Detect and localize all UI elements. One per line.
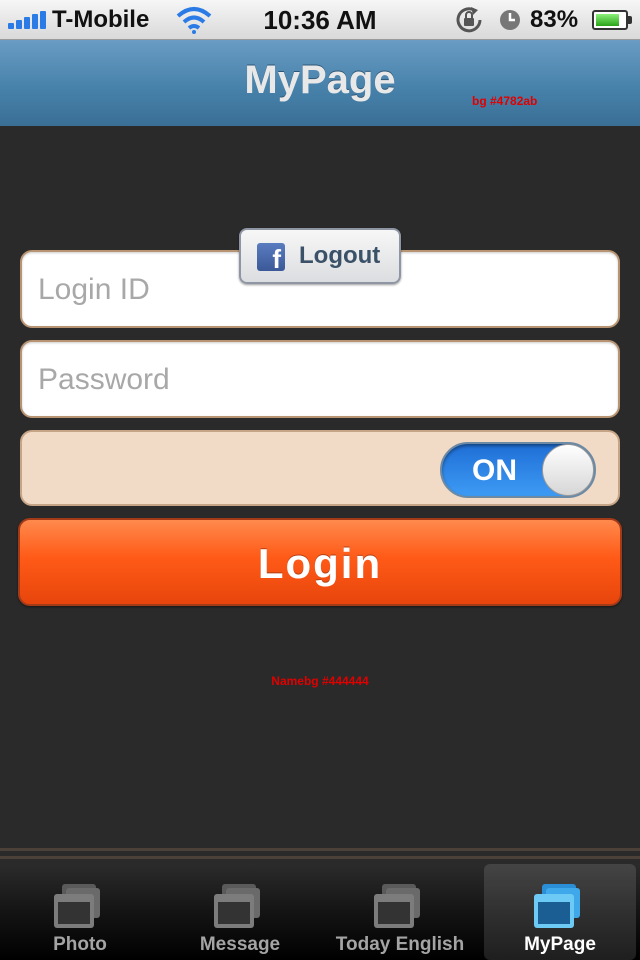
body-annotation: Namebg #444444 (271, 674, 369, 688)
tab-message[interactable]: Message (160, 864, 320, 960)
windows-icon (374, 884, 420, 928)
facebook-logout-label: Logout (299, 242, 381, 269)
tab-bar: Photo Message Today English MyPage (0, 864, 640, 960)
nav-annotation: bg #4782ab (472, 94, 538, 108)
toggle-label: ON (472, 454, 517, 487)
windows-icon (214, 884, 260, 928)
tab-today-english[interactable]: Today English (320, 864, 480, 960)
tab-label: MyPage (524, 934, 596, 955)
auto-login-row: ON (20, 430, 620, 506)
battery-icon (592, 10, 632, 30)
divider (0, 848, 640, 851)
tab-label: Photo (53, 934, 107, 955)
tab-label: Message (199, 934, 281, 955)
facebook-icon: f (257, 243, 285, 271)
login-button[interactable]: Login (18, 518, 622, 606)
tab-mypage[interactable]: MyPage (484, 864, 636, 960)
page-title: MyPage (244, 58, 396, 102)
alarm-icon (500, 10, 520, 30)
windows-icon (534, 884, 580, 928)
battery-percent: 83% (530, 6, 579, 33)
tab-label: Today English (335, 934, 465, 955)
password-field[interactable] (20, 340, 620, 418)
password-input[interactable] (38, 356, 598, 404)
facebook-logout-button[interactable]: f Logout (239, 228, 401, 284)
auto-login-toggle[interactable]: ON (440, 442, 596, 498)
login-button-label: Login (257, 540, 383, 587)
divider (0, 856, 640, 859)
status-bar: T-Mobile 10:36 AM 83% (0, 0, 640, 40)
windows-icon (54, 884, 100, 928)
navigation-bar: MyPage bg #4782ab (0, 40, 640, 126)
tab-photo[interactable]: Photo (0, 864, 160, 960)
toggle-knob (542, 444, 594, 496)
rotation-lock-icon (456, 7, 482, 33)
